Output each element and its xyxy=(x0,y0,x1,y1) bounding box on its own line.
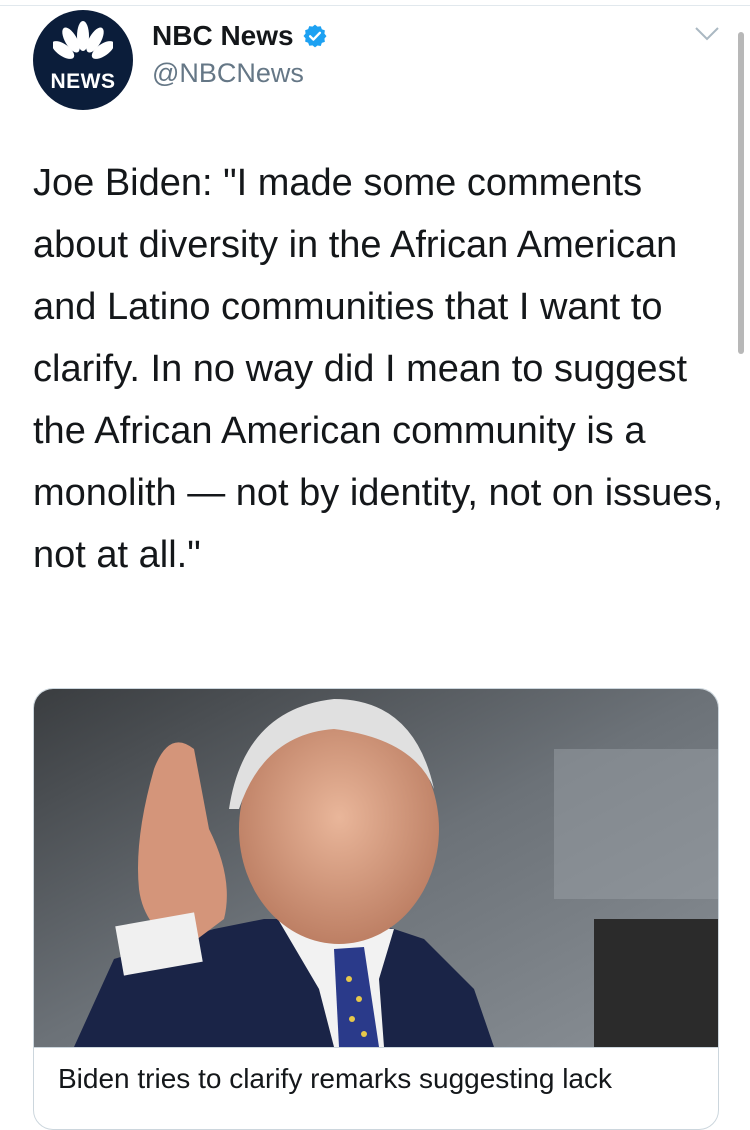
display-name[interactable]: NBC News xyxy=(152,20,294,52)
peacock-icon xyxy=(53,21,113,59)
avatar[interactable]: NEWS xyxy=(33,10,133,110)
card-image xyxy=(34,689,718,1047)
chevron-down-icon[interactable] xyxy=(694,24,720,44)
tweet-text: Joe Biden: "I made some comments about d… xyxy=(33,162,734,576)
top-divider xyxy=(0,5,750,6)
link-card[interactable]: Biden tries to clarify remarks suggestin… xyxy=(33,688,719,1130)
card-divider xyxy=(34,1047,718,1048)
handle[interactable]: @NBCNews xyxy=(152,58,304,89)
scrollbar[interactable] xyxy=(738,32,744,354)
name-row: NBC News xyxy=(152,20,328,52)
card-title[interactable]: Biden tries to clarify remarks suggestin… xyxy=(58,1063,698,1095)
avatar-label: NEWS xyxy=(50,70,116,93)
verified-badge-icon xyxy=(303,24,327,48)
